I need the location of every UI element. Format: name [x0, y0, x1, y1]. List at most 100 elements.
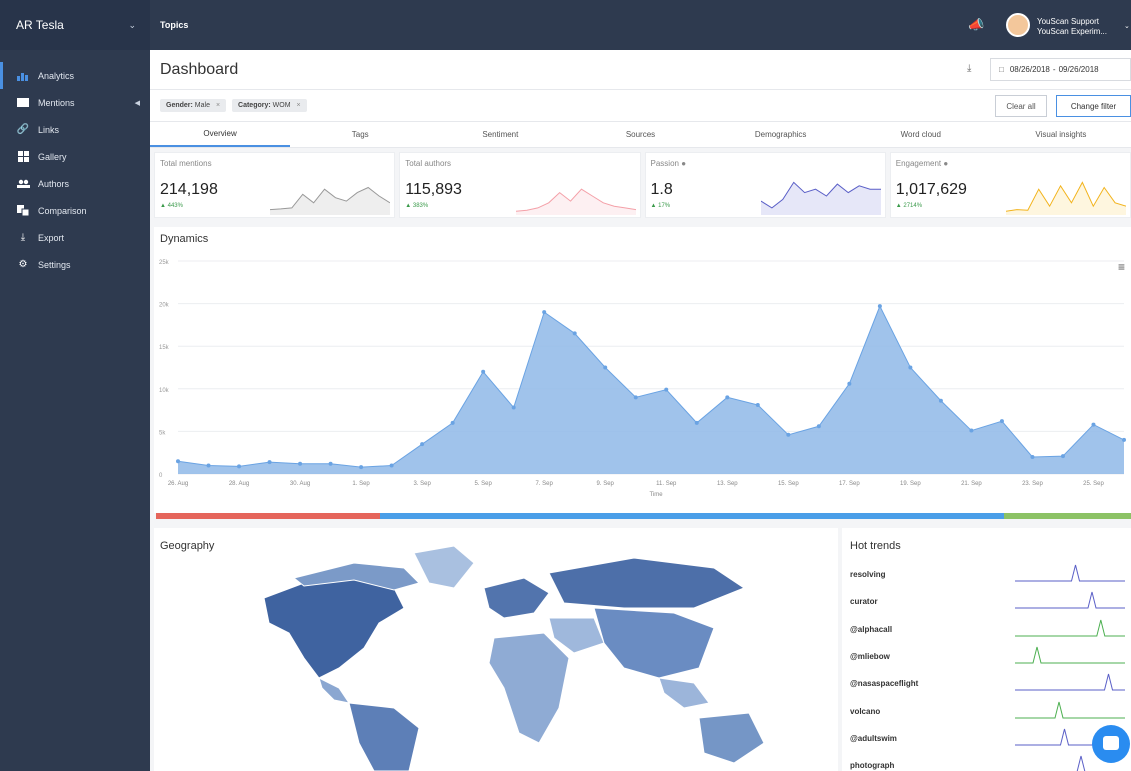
x-tick-label: 30. Aug [290, 481, 310, 487]
chevron-down-icon[interactable]: ⌄ [1124, 22, 1130, 30]
dynamics-panel: Dynamics ≡ 0 5k 10k 15k 20k 25k 26. Aug 28. Aug… [154, 227, 1131, 513]
map-region-australia [698, 712, 765, 764]
trend-sparkline [1015, 646, 1125, 664]
x-tick-label: 15. Sep [778, 481, 799, 487]
section-title: Topics [160, 20, 189, 30]
info-icon[interactable]: ● [681, 159, 686, 168]
data-point [237, 464, 242, 469]
sidebar-item-label: Links [38, 124, 60, 135]
avatar[interactable] [1006, 13, 1030, 37]
world-map[interactable] [154, 528, 838, 771]
data-point [572, 331, 577, 336]
trend-item[interactable]: photograph [850, 752, 1131, 771]
sparkline [1006, 181, 1126, 215]
y-tick-label: 5k [159, 430, 166, 436]
trend-item[interactable]: @mliebow [850, 643, 1131, 669]
data-point [999, 419, 1004, 424]
metric-label: Engagement ● [896, 159, 948, 168]
data-point [694, 420, 699, 425]
filter-value: Male [194, 102, 210, 109]
map-region-south-america [348, 702, 420, 771]
sidebar-item-export[interactable]: ⤓ Export [0, 224, 150, 251]
filter-chip-gender[interactable]: Gender: Male × [160, 99, 227, 112]
data-point [664, 387, 669, 392]
link-icon: 🔗 [16, 124, 30, 135]
dynamics-chart[interactable]: 0 5k 10k 15k 20k 25k 26. Aug 28. Aug 30. Aug 1. S… [154, 227, 1131, 513]
project-name: AR Tesla [16, 18, 64, 32]
data-point [542, 310, 547, 315]
chat-widget-button[interactable] [1092, 725, 1130, 763]
metric-card-engagement[interactable]: Engagement ● 1,017,629 ▲ 2714% [889, 152, 1131, 218]
metric-delta: ▲ 2714% [895, 203, 923, 209]
date-to: 09/26/2018 [1058, 65, 1099, 74]
map-region-central-america [318, 677, 351, 704]
map-region-asia [593, 607, 715, 679]
project-switcher[interactable]: AR Tesla ⌄ [0, 0, 150, 50]
change-filter-button[interactable]: Change filter [1056, 95, 1131, 117]
metric-delta-value: 383% [412, 203, 429, 209]
y-tick-label: 0 [159, 473, 163, 479]
close-icon[interactable]: × [216, 102, 220, 109]
trend-item[interactable]: @alphacall [850, 616, 1131, 642]
metric-card-passion[interactable]: Passion ● 1.8 ▲ 17% [644, 152, 886, 218]
tab-overview[interactable]: Overview [150, 122, 291, 147]
data-point [633, 395, 638, 400]
tab-sources[interactable]: Sources [570, 122, 710, 147]
sentiment-segment[interactable] [1004, 513, 1131, 519]
sidebar-item-links[interactable]: 🔗 Links [0, 116, 150, 143]
sidebar-item-label: Export [38, 232, 65, 243]
sidebar-item-gallery[interactable]: Gallery [0, 143, 150, 170]
data-point [847, 381, 852, 386]
hamburger-menu-icon[interactable]: ≡ [1118, 260, 1125, 274]
sidebar-item-authors[interactable]: Authors [0, 170, 150, 197]
close-icon[interactable]: × [297, 102, 301, 109]
metric-card-mentions[interactable]: Total mentions 214,198 ▲ 443% [154, 152, 396, 218]
tab-tags[interactable]: Tags [290, 122, 430, 147]
sidebar-item-comparison[interactable]: Comparison [0, 197, 150, 224]
metric-card-authors[interactable]: Total authors 115,893 ▲ 383% [399, 152, 641, 218]
filter-chip-category[interactable]: Category: WOM × [232, 99, 307, 112]
tab-visual-insights[interactable]: Visual insights [991, 122, 1131, 147]
data-point [206, 463, 211, 468]
user-menu[interactable]: YouScan Support YouScan Experim... [1037, 17, 1107, 37]
metric-label: Total authors [405, 159, 452, 168]
trend-item[interactable]: curator [850, 588, 1131, 614]
date-range-picker[interactable]: □ 08/26/2018 - 09/26/2018 [990, 58, 1131, 81]
sidebar-item-label: Comparison [38, 205, 87, 216]
trend-label: volcano [850, 706, 881, 716]
trend-item[interactable]: @nasaspaceflight [850, 670, 1131, 696]
metric-value: 1,017,629 [895, 181, 967, 198]
sidebar-item-label: Authors [38, 178, 70, 189]
compare-icon [16, 205, 30, 217]
x-tick-label: 13. Sep [717, 481, 738, 487]
download-icon[interactable]: ⤓ [967, 63, 971, 74]
metric-label: Total mentions [160, 159, 212, 168]
trend-label: resolving [850, 570, 886, 579]
metric-value: 115,893 [405, 181, 462, 198]
sentiment-segment[interactable] [380, 513, 1005, 519]
clear-all-button[interactable]: Clear all [995, 95, 1047, 117]
grid-icon [16, 151, 30, 163]
data-point [267, 460, 272, 465]
sidebar-item-settings[interactable]: ⚙ Settings [0, 251, 150, 278]
data-point [359, 465, 364, 470]
trend-item[interactable]: resolving [850, 561, 1131, 587]
sentiment-bar[interactable] [156, 513, 1131, 519]
trend-label: curator [850, 597, 878, 607]
trend-item[interactable]: volcano [850, 698, 1131, 724]
tab-sentiment[interactable]: Sentiment [430, 122, 570, 147]
sidebar-item-mentions[interactable]: Mentions ◀ [0, 89, 150, 116]
megaphone-icon[interactable]: 📣 [968, 17, 984, 33]
data-point [786, 432, 791, 437]
info-icon[interactable]: ● [943, 159, 948, 168]
tab-demographics[interactable]: Demographics [711, 122, 851, 147]
metric-label: Passion ● [651, 159, 687, 168]
sidebar-item-analytics[interactable]: Analytics [0, 62, 150, 89]
data-point [511, 405, 516, 410]
data-point [420, 442, 425, 447]
sidebar-item-label: Mentions [38, 97, 75, 108]
trend-item[interactable]: @adultswim [850, 725, 1131, 751]
tab-word-cloud[interactable]: Word cloud [851, 122, 991, 147]
sentiment-segment[interactable] [156, 513, 381, 519]
sparkline [515, 188, 636, 215]
